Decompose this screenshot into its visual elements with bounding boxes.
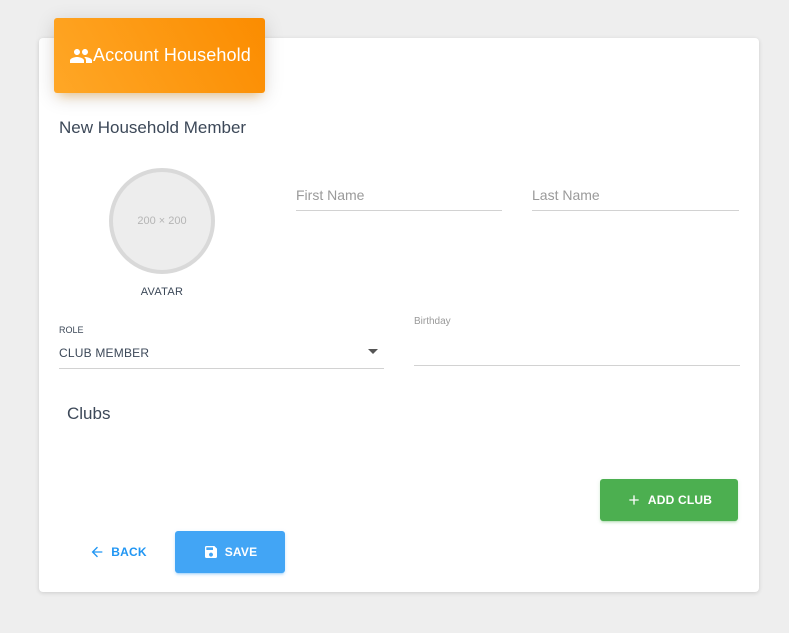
add-club-button[interactable]: ADD CLUB bbox=[600, 479, 738, 521]
back-label: BACK bbox=[111, 545, 147, 559]
first-name-field[interactable]: First Name bbox=[296, 184, 502, 211]
last-name-placeholder: Last Name bbox=[532, 187, 600, 203]
add-club-label: ADD CLUB bbox=[647, 493, 713, 507]
birthday-field[interactable] bbox=[414, 335, 740, 366]
avatar-upload[interactable]: 200 × 200 bbox=[109, 168, 215, 274]
last-name-field[interactable]: Last Name bbox=[532, 184, 739, 211]
first-name-placeholder: First Name bbox=[296, 187, 365, 203]
card-header: Account Household bbox=[54, 18, 265, 93]
save-icon bbox=[204, 546, 217, 558]
role-value: CLUB MEMBER bbox=[59, 346, 150, 360]
caret-down-icon bbox=[368, 349, 378, 354]
back-button[interactable]: BACK bbox=[85, 538, 151, 566]
section-title: New Household Member bbox=[59, 118, 247, 137]
avatar-placeholder: 200 × 200 bbox=[137, 215, 187, 227]
people-icon bbox=[69, 44, 93, 68]
save-label: SAVE bbox=[224, 545, 258, 559]
role-select[interactable]: CLUB MEMBER bbox=[59, 340, 384, 369]
arrow-left-icon bbox=[91, 546, 103, 558]
card-title: Account Household bbox=[93, 45, 251, 65]
role-label: ROLE bbox=[59, 325, 84, 335]
plus-icon bbox=[629, 495, 639, 505]
save-button[interactable]: SAVE bbox=[175, 531, 285, 573]
avatar-label: AVATAR bbox=[140, 286, 184, 298]
birthday-label: Birthday bbox=[414, 316, 451, 327]
clubs-title: Clubs bbox=[67, 404, 111, 423]
